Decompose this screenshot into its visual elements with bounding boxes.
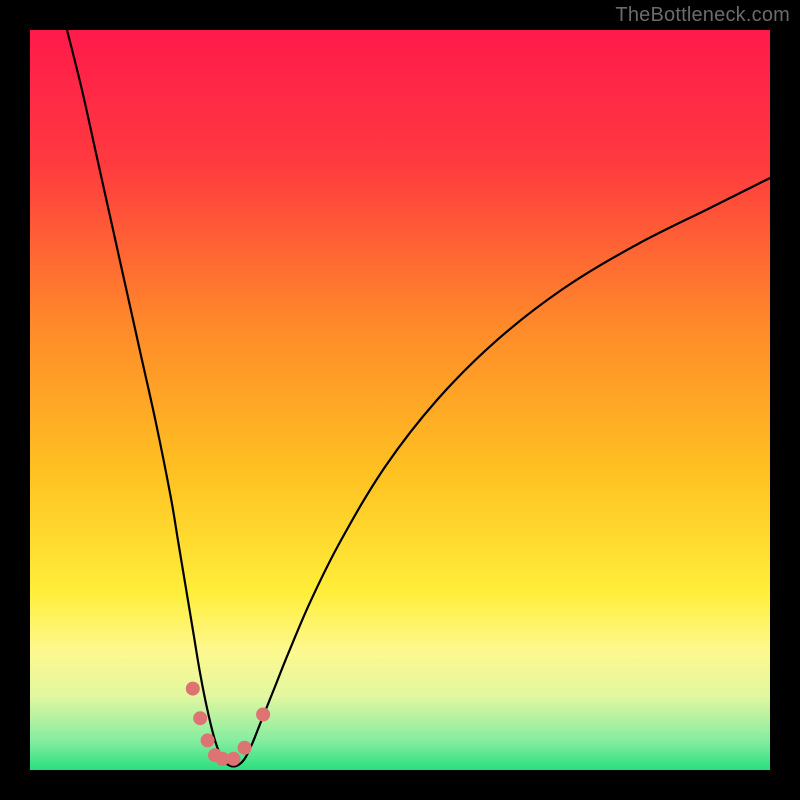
bottleneck-curve: [67, 30, 770, 766]
valley-dots: [186, 682, 270, 766]
chart-frame: TheBottleneck.com: [0, 0, 800, 800]
curve-layer: [30, 30, 770, 770]
valley-dot: [256, 708, 270, 722]
valley-dot: [193, 711, 207, 725]
plot-area: [30, 30, 770, 770]
valley-dot: [201, 733, 215, 747]
valley-dot: [227, 752, 241, 766]
valley-dot: [186, 682, 200, 696]
valley-dot: [238, 741, 252, 755]
watermark-text: TheBottleneck.com: [615, 4, 790, 27]
